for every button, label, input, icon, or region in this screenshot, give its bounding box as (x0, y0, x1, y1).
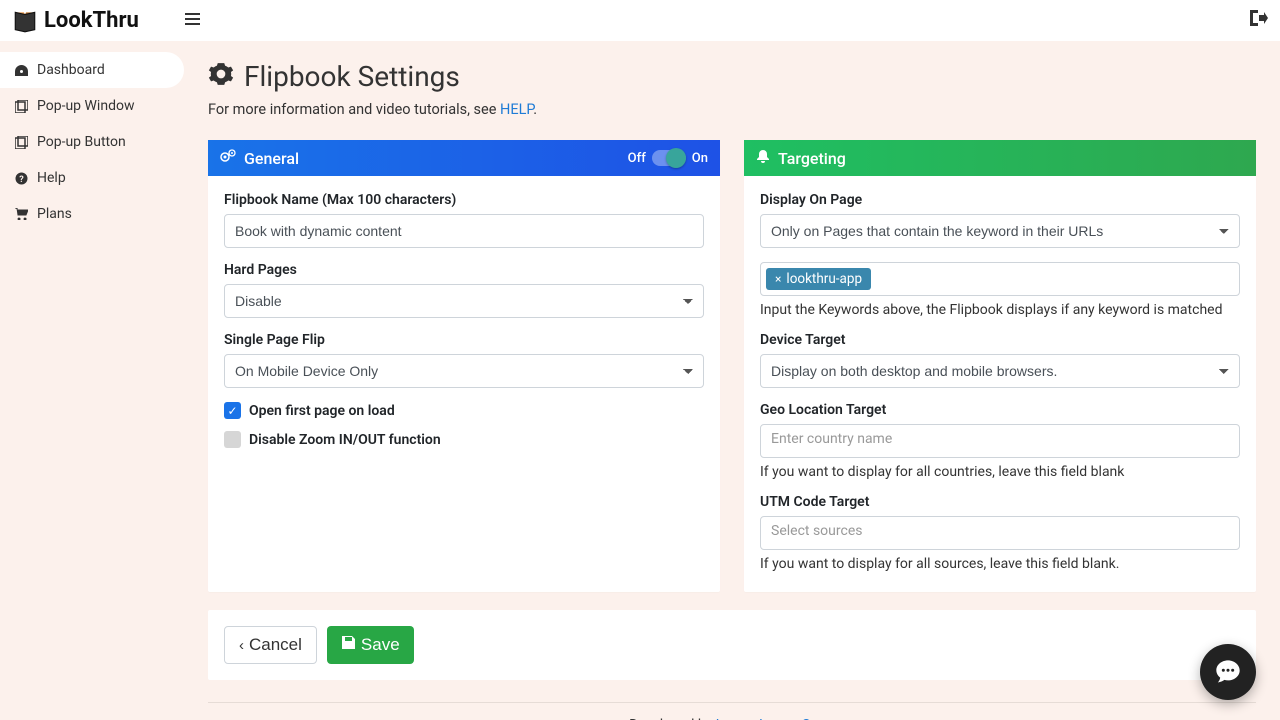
help-link[interactable]: HELP (500, 101, 533, 118)
keyword-input[interactable]: × lookthru-app (760, 262, 1240, 296)
disable-zoom-checkbox[interactable] (224, 431, 241, 448)
panel-general-title: General (244, 149, 299, 168)
general-toggle[interactable] (652, 150, 686, 166)
sidebar-item-help[interactable]: ? Help (0, 160, 184, 196)
brand-logo[interactable]: LookThru (12, 8, 139, 34)
sidebar-item-popup-window[interactable]: Pop-up Window (0, 88, 184, 124)
panel-general: General Off On Flipbook Name (Max 100 ch… (208, 140, 720, 592)
book-icon (12, 8, 38, 34)
bell-icon (756, 149, 770, 167)
save-button[interactable]: Save (327, 626, 414, 664)
sidebar-label: Help (37, 170, 66, 186)
sidebar-label: Plans (37, 206, 72, 222)
cancel-button-label: Cancel (249, 635, 302, 655)
keyword-tag-text: lookthru-app (786, 271, 862, 287)
utm-target-input[interactable]: Select sources (760, 516, 1240, 550)
page-title-text: Flipbook Settings (244, 60, 460, 93)
action-bar: ‹ Cancel Save (208, 610, 1256, 680)
sidebar-item-popup-button[interactable]: Pop-up Button (0, 124, 184, 160)
sidebar-item-plans[interactable]: Plans (0, 196, 184, 232)
page-title: Flipbook Settings (208, 60, 1256, 93)
sidebar: Dashboard Pop-up Window Pop-up Button ? … (0, 42, 184, 720)
hard-pages-select[interactable]: Disable (224, 284, 704, 318)
help-icon: ? (14, 172, 29, 185)
remove-tag-icon[interactable]: × (775, 272, 781, 286)
chat-widget[interactable] (1200, 644, 1256, 700)
signout-icon[interactable] (1250, 10, 1268, 31)
flipbook-name-input[interactable] (224, 214, 704, 248)
toggle-on-label: On (692, 151, 708, 166)
gear-icon (208, 61, 234, 93)
dashboard-icon (14, 65, 29, 76)
disable-zoom-label: Disable Zoom IN/OUT function (249, 432, 441, 448)
cancel-button[interactable]: ‹ Cancel (224, 626, 317, 664)
sidebar-label: Pop-up Window (37, 98, 134, 114)
panel-general-header: General Off On (208, 140, 720, 176)
sidebar-label: Dashboard (37, 62, 105, 78)
display-page-label: Display On Page (760, 192, 1240, 208)
panel-targeting-title: Targeting (778, 149, 846, 168)
gears-icon (220, 149, 236, 167)
display-page-select[interactable]: Only on Pages that contain the keyword i… (760, 214, 1240, 248)
single-flip-label: Single Page Flip (224, 332, 704, 348)
sidebar-label: Pop-up Button (37, 134, 126, 150)
top-bar: LookThru (0, 0, 1280, 42)
single-flip-select[interactable]: On Mobile Device Only (224, 354, 704, 388)
device-target-label: Device Target (760, 332, 1240, 348)
footer: Developed by Lorem Ipsum Corp. (208, 702, 1256, 720)
device-target-select[interactable]: Display on both desktop and mobile brows… (760, 354, 1240, 388)
window-icon (14, 136, 29, 149)
open-first-checkbox[interactable]: ✓ (224, 402, 241, 419)
flipbook-name-label: Flipbook Name (Max 100 characters) (224, 192, 704, 208)
keyword-hint: Input the Keywords above, the Flipbook d… (760, 302, 1240, 318)
general-toggle-group: Off On (628, 150, 708, 166)
geo-target-label: Geo Location Target (760, 402, 1240, 418)
window-icon (14, 100, 29, 113)
sidebar-item-dashboard[interactable]: Dashboard (0, 52, 184, 88)
main-content: Flipbook Settings For more information a… (184, 42, 1280, 720)
geo-target-input[interactable]: Enter country name (760, 424, 1240, 458)
chevron-left-icon: ‹ (239, 637, 244, 654)
save-button-label: Save (361, 635, 400, 655)
panel-targeting-header: Targeting (744, 140, 1256, 176)
page-subtitle: For more information and video tutorials… (208, 101, 1256, 118)
brand-text: LookThru (44, 8, 139, 33)
cart-icon (14, 208, 29, 220)
toggle-off-label: Off (628, 151, 646, 166)
keyword-tag: × lookthru-app (766, 268, 871, 290)
utm-target-label: UTM Code Target (760, 494, 1240, 510)
panel-targeting: Targeting Display On Page Only on Pages … (744, 140, 1256, 592)
hard-pages-label: Hard Pages (224, 262, 704, 278)
save-icon (341, 635, 356, 655)
menu-toggle-icon[interactable] (185, 11, 200, 30)
svg-text:?: ? (19, 175, 24, 185)
geo-hint: If you want to display for all countries… (760, 464, 1240, 480)
open-first-label: Open first page on load (249, 403, 395, 419)
utm-hint: If you want to display for all sources, … (760, 556, 1240, 572)
chat-icon (1214, 658, 1242, 686)
